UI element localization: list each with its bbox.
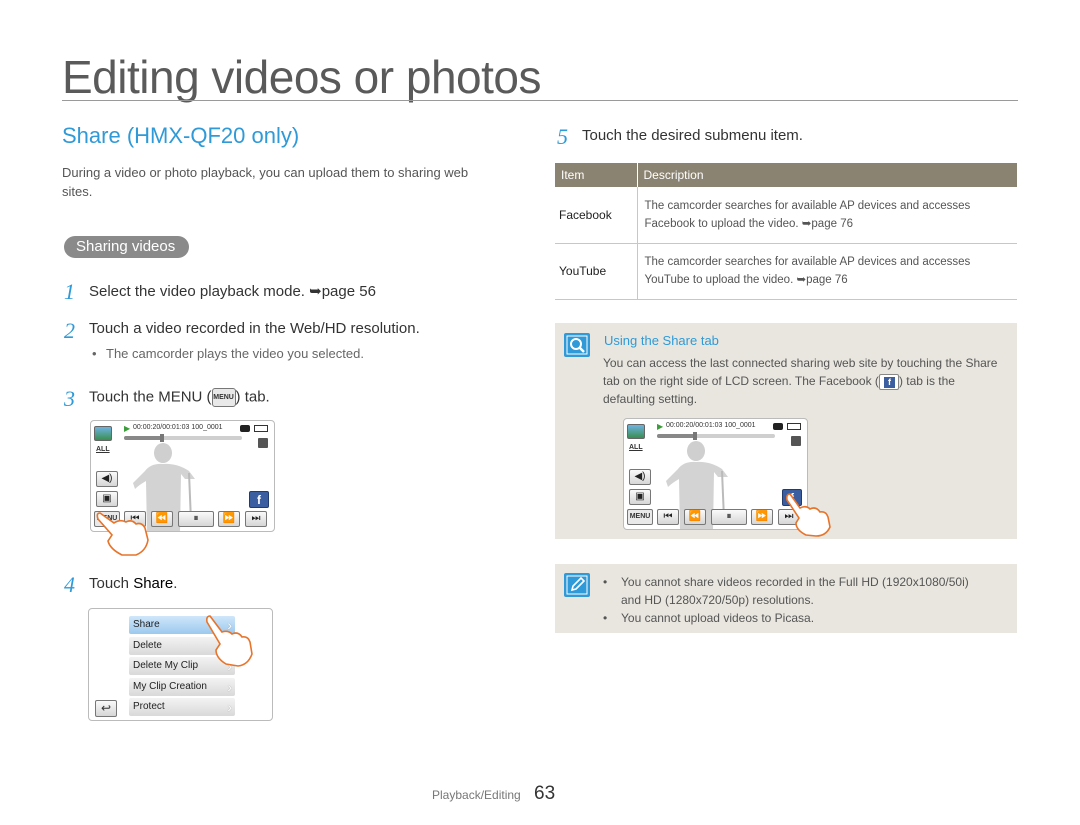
submenu-item-my-clip-creation[interactable]: My Clip Creation › [129, 678, 235, 696]
fast-forward-icon: ⏩ [751, 509, 773, 525]
menu-key-icon: MENU [211, 388, 236, 407]
sd-card-icon [258, 438, 268, 448]
scrub-handle [692, 432, 697, 440]
table-cell-description: The camcorder searches for available AP … [637, 243, 1017, 300]
progress-bar [657, 434, 775, 438]
step-text: Touch Share. [89, 575, 178, 592]
step-text: Touch the MENU (MENU) tab. [89, 388, 270, 407]
page-number: 63 [534, 783, 556, 804]
volume-icon: ◀) [629, 469, 651, 485]
battery-icon [254, 425, 268, 432]
step-number: 3 [64, 386, 75, 411]
facebook-icon: f [878, 373, 899, 390]
scrub-handle [159, 434, 164, 442]
magnifier-icon [564, 333, 590, 357]
submenu-item-protect[interactable]: Protect › [129, 698, 235, 716]
table-cell-item: Facebook [555, 187, 638, 244]
timecode: 00:00:20/00:01:03 100_0001 [666, 422, 756, 429]
settings-icon: ▣ [629, 489, 651, 505]
table-cell-item: YouTube [555, 243, 638, 300]
pause-icon: ⏸ [178, 511, 214, 527]
finger-pointer-icon [786, 493, 831, 537]
facebook-icon: f [249, 491, 269, 508]
chevron-right-icon: › [227, 679, 232, 695]
tip-title: Using the Share tab [604, 333, 719, 348]
step-number: 2 [64, 318, 75, 343]
tip-text: You can access the last connected sharin… [603, 356, 998, 406]
section-heading: Share (HMX-QF20 only) [62, 123, 300, 148]
note-bullet: • You cannot share videos recorded in the… [603, 575, 969, 589]
footer-section-label: Playback/Editing [432, 788, 521, 802]
step-text: Touch the desired submenu item. [582, 127, 803, 144]
page-title: Editing videos or photos [62, 51, 541, 103]
play-icon: ▶ [124, 424, 131, 433]
skip-forward-icon: ⏭ [245, 511, 267, 527]
table-cell-description: The camcorder searches for available AP … [637, 187, 1017, 244]
finger-pointer-icon [96, 512, 149, 556]
subsection-pill: Sharing videos [64, 236, 190, 258]
back-icon[interactable]: ↩ [95, 700, 117, 717]
storage-icon [240, 425, 250, 432]
battery-icon [787, 423, 801, 430]
note-bullet: • You cannot upload videos to Picasa. [603, 611, 815, 625]
fast-forward-icon: ⏩ [218, 511, 240, 527]
table-header-description: Description [636, 163, 1017, 187]
menu-button: MENU [627, 509, 653, 525]
all-label: ALL [629, 444, 643, 451]
table-row: Facebook The camcorder searches for avai… [555, 187, 1017, 244]
table-row: YouTube The camcorder searches for avail… [555, 243, 1017, 300]
storage-icon [773, 423, 783, 430]
note-continuation: and HD (1280x720/50p) resolutions. [621, 593, 814, 607]
volume-icon: ◀) [96, 471, 118, 487]
step-bullet: • The camcorder plays the video you selec… [92, 346, 364, 361]
rewind-icon: ⏪ [684, 509, 706, 525]
intro-paragraph: During a video or photo playback, you ca… [62, 165, 469, 199]
chevron-right-icon: › [227, 699, 232, 715]
skip-back-icon: ⏮ [657, 509, 679, 525]
step-number: 4 [64, 572, 75, 597]
thumbnail-icon [94, 426, 112, 441]
title-divider [62, 100, 1018, 101]
play-icon: ▶ [657, 422, 664, 431]
thumbnail-icon [627, 424, 645, 439]
step-text: Touch a video recorded in the Web/HD res… [89, 320, 420, 337]
table-header-item: Item [555, 163, 637, 187]
step-text: Select the video playback mode. ➥page 56 [89, 283, 376, 300]
all-label: ALL [96, 446, 110, 453]
sd-card-icon [791, 436, 801, 446]
timecode: 00:00:20/00:01:03 100_0001 [133, 424, 223, 431]
note-pencil-icon [564, 573, 590, 597]
submenu-description-table: Item Description Facebook The camcorder … [555, 163, 1017, 300]
lcd-screenshot: ▶ 00:00:20/00:01:03 100_0001 ALL ◀) ▣ f … [623, 418, 808, 530]
step-number: 1 [64, 279, 75, 304]
finger-pointer-icon [206, 615, 253, 667]
pause-icon: ⏸ [711, 509, 747, 525]
progress-bar [124, 436, 242, 440]
step-number: 5 [557, 124, 568, 149]
